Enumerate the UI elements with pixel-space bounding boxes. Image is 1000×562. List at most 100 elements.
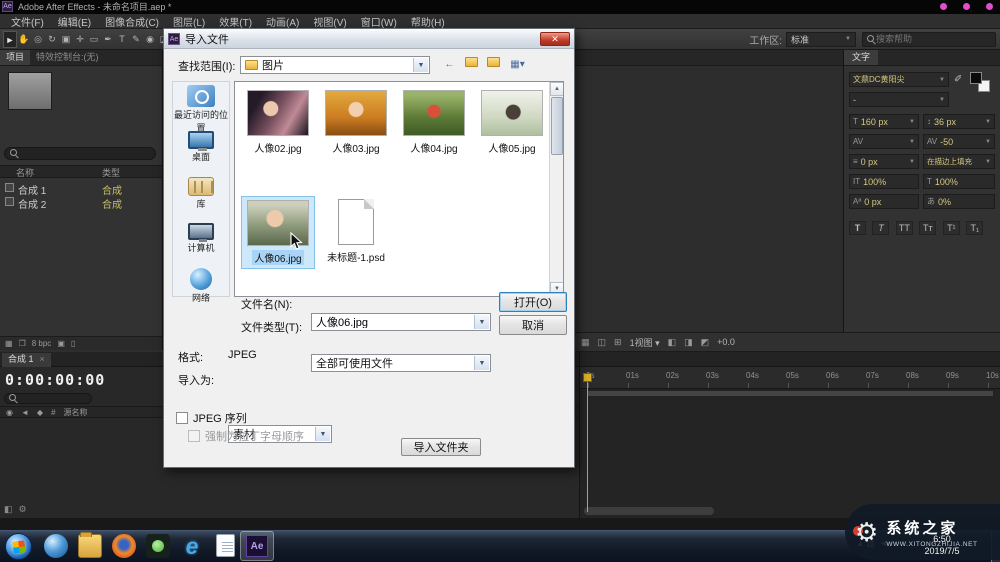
zoom-tool-icon[interactable]: ◎ xyxy=(31,31,45,48)
font-size-field[interactable]: T160 px▼ xyxy=(849,114,919,129)
window-button-minimize[interactable] xyxy=(940,3,947,10)
faux-bold-icon[interactable]: T xyxy=(849,221,866,235)
view-layout-dropdown[interactable]: 1视图 ▾ xyxy=(630,336,660,349)
scroll-up-icon[interactable]: ▲ xyxy=(550,82,564,96)
eyedropper-icon[interactable]: ✐ xyxy=(954,74,962,85)
help-search-box[interactable] xyxy=(862,32,996,47)
tab-timeline-comp[interactable]: 合成 1× xyxy=(2,353,51,367)
dialog-close-button[interactable]: ✕ xyxy=(540,32,570,46)
look-in-dropdown[interactable]: 图片 ▼ xyxy=(240,56,430,74)
start-button[interactable] xyxy=(5,533,32,560)
bpc-toggle[interactable]: 8 bpc xyxy=(32,339,52,348)
tsume-field[interactable]: あ0% xyxy=(923,194,995,209)
small-caps-icon[interactable]: Tт xyxy=(919,221,936,235)
up-one-level-icon[interactable] xyxy=(462,56,481,73)
expand-layers-icon[interactable]: ◧ xyxy=(4,504,19,514)
taskbar-after-effects-active[interactable]: Ae xyxy=(240,531,274,561)
file-list-scrollbar[interactable]: ▲ ▼ xyxy=(549,82,563,296)
tab-effect-controls[interactable]: 特效控制台:(无) xyxy=(30,50,105,65)
menu-file[interactable]: 文件(F) xyxy=(4,14,51,29)
jpeg-sequence-option[interactable]: JPEG 序列 xyxy=(176,410,247,426)
close-icon[interactable]: × xyxy=(40,354,45,364)
cancel-button[interactable]: 取消 xyxy=(499,315,567,335)
taskbar-clock[interactable]: 6:50 2019/7/5 xyxy=(914,533,970,557)
kerning-field[interactable]: AV▼ xyxy=(849,134,919,149)
place-desktop[interactable]: 桌面 xyxy=(173,131,229,174)
scrollbar-thumb[interactable] xyxy=(551,97,563,155)
place-computer[interactable]: 计算机 xyxy=(173,223,229,266)
interpret-footage-icon[interactable]: ▦ xyxy=(5,339,13,348)
superscript-icon[interactable]: T¹ xyxy=(943,221,960,235)
brush-tool-icon[interactable]: ✎ xyxy=(129,31,143,48)
new-folder-icon[interactable] xyxy=(484,56,503,73)
timeline-icon[interactable]: ◩ xyxy=(701,337,710,348)
tab-project[interactable]: 项目 xyxy=(0,50,30,65)
table-row[interactable]: 合成 1 合成 xyxy=(0,181,162,195)
file-name-combo[interactable]: ▼ xyxy=(311,313,491,331)
exposure-value[interactable]: +0.0 xyxy=(717,337,735,347)
file-item-selected[interactable]: 人像06.jpg xyxy=(241,196,315,269)
pan-behind-tool-icon[interactable]: ✛ xyxy=(73,31,87,48)
timeline-search-box[interactable] xyxy=(4,393,92,404)
menu-composition[interactable]: 图像合成(C) xyxy=(98,14,166,29)
file-item[interactable]: 人像03.jpg xyxy=(319,90,393,155)
window-button-maximize[interactable] xyxy=(963,3,970,10)
playhead[interactable] xyxy=(583,373,592,382)
place-libraries[interactable]: 库 xyxy=(173,177,229,220)
file-item[interactable]: 人像02.jpg xyxy=(241,90,315,155)
file-type-dropdown[interactable]: 全部可使用文件 ▼ xyxy=(311,354,491,372)
menu-view[interactable]: 视图(V) xyxy=(306,14,353,29)
place-recent[interactable]: 最近访问的位置 xyxy=(173,85,229,128)
source-name-column[interactable]: 源名称 xyxy=(64,407,88,418)
project-search-box[interactable] xyxy=(4,147,156,160)
baseline-shift-field[interactable]: Aª0 px xyxy=(849,194,919,209)
safe-margins-icon[interactable]: ◫ xyxy=(598,337,607,348)
file-name-input[interactable] xyxy=(316,316,466,328)
rotate-tool-icon[interactable]: ↻ xyxy=(45,31,59,48)
current-timecode[interactable]: 0:00:00:00 xyxy=(5,371,105,389)
taskbar-app-icon[interactable] xyxy=(146,534,170,558)
pen-tool-icon[interactable]: ✒ xyxy=(101,31,115,48)
menu-edit[interactable]: 编辑(E) xyxy=(51,14,98,29)
font-family-dropdown[interactable]: 文鼎DC黄阳尖▼ xyxy=(849,72,949,87)
mask-visibility-icon[interactable]: ⊞ xyxy=(614,337,622,348)
menu-window[interactable]: 窗口(W) xyxy=(354,14,404,29)
delete-icon[interactable]: ▯ xyxy=(71,339,75,348)
stroke-mode-dropdown[interactable]: 在描边上填充▼ xyxy=(923,154,995,169)
menu-layer[interactable]: 图层(L) xyxy=(166,14,212,29)
vertical-scale-field[interactable]: IT100% xyxy=(849,174,919,189)
back-icon[interactable]: ← xyxy=(440,56,459,73)
menu-animation[interactable]: 动画(A) xyxy=(259,14,306,29)
new-composition-icon[interactable]: ▣ xyxy=(57,339,65,348)
audio-toggle-icon[interactable]: ◄ xyxy=(21,408,29,417)
tab-character[interactable]: 文字 xyxy=(844,50,878,65)
leading-field[interactable]: ↕36 px▼ xyxy=(923,114,995,129)
work-area-bar[interactable] xyxy=(586,390,994,397)
subscript-icon[interactable]: T₁ xyxy=(966,221,983,235)
taskbar-browser-icon[interactable] xyxy=(44,534,68,558)
timeline-horizontal-scrollbar[interactable] xyxy=(584,507,714,515)
video-toggle-icon[interactable]: ◉ xyxy=(6,408,13,417)
menu-effect[interactable]: 效果(T) xyxy=(212,14,259,29)
file-item[interactable]: 未标题-1.psd xyxy=(319,199,393,264)
help-search-input[interactable] xyxy=(876,34,986,44)
pixel-aspect-icon[interactable]: ◧ xyxy=(668,337,677,348)
magnification-icon[interactable]: ▦ xyxy=(581,337,590,348)
new-folder-icon[interactable]: ❒ xyxy=(19,339,26,348)
hand-tool-icon[interactable]: ✋ xyxy=(17,31,31,48)
faux-italic-icon[interactable]: T xyxy=(872,221,889,235)
selection-tool-icon[interactable]: ► xyxy=(3,31,17,48)
dialog-title-bar[interactable]: Ae 导入文件 ✕ xyxy=(164,29,574,49)
time-ruler[interactable]: 0s 01s 02s 03s 04s 05s 06s 07s 08s 09s 1… xyxy=(580,367,1000,389)
stroke-width-field[interactable]: ≡0 px▼ xyxy=(849,154,919,169)
taskbar-notepad-icon[interactable] xyxy=(214,534,238,558)
view-menu-icon[interactable]: ▦▾ xyxy=(508,56,527,73)
clone-stamp-tool-icon[interactable]: ◉ xyxy=(143,31,157,48)
jpeg-sequence-checkbox[interactable] xyxy=(176,412,188,424)
place-network[interactable]: 网络 xyxy=(173,268,229,311)
solo-toggle-icon[interactable]: ◆ xyxy=(37,408,43,417)
fast-preview-icon[interactable]: ◨ xyxy=(684,337,693,348)
tracking-field[interactable]: AV-50▼ xyxy=(923,134,995,149)
menu-help[interactable]: 帮助(H) xyxy=(404,14,452,29)
font-style-dropdown[interactable]: -▼ xyxy=(849,92,949,107)
